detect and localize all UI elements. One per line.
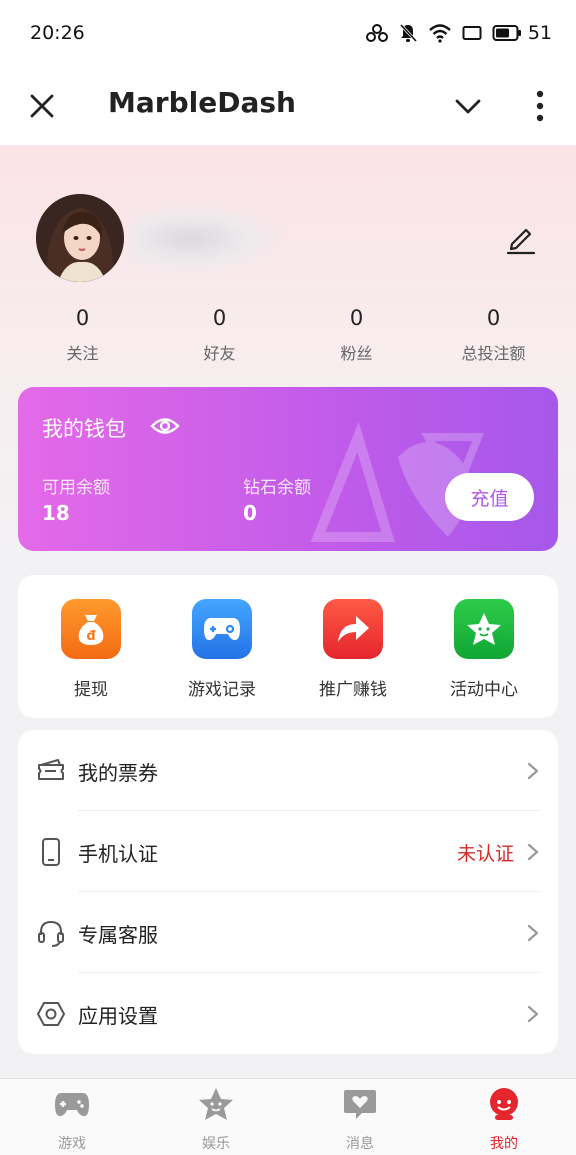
quick-action-label: 活动中心 <box>450 680 518 700</box>
avatar-image <box>36 194 124 282</box>
edit-icon[interactable] <box>504 222 538 256</box>
chevron-right-icon <box>527 843 539 861</box>
stat-label: 粉丝 <box>340 344 373 363</box>
more-menu-icon[interactable] <box>526 88 554 124</box>
quick-action-withdraw[interactable]: đ 提现 <box>36 599 146 700</box>
menu-item-label: 应用设置 <box>78 1004 158 1028</box>
stat-value: 0 <box>349 306 364 330</box>
quick-actions: đ 提现 游戏记录 推广赚钱 活动中心 <box>18 575 558 718</box>
stat-label: 好友 <box>203 344 236 363</box>
battery-icon <box>492 25 521 41</box>
diamond-balance-value: 0 <box>243 501 257 525</box>
battery-level: 51 <box>527 22 552 44</box>
star-icon <box>454 599 514 659</box>
menu-item-label: 专属客服 <box>78 923 158 947</box>
status-bar: 20:26 51 <box>0 0 576 66</box>
money-bag-icon: đ <box>61 599 121 659</box>
screen-icon <box>462 26 482 40</box>
wifi-icon <box>429 24 451 43</box>
tab-label: 消息 <box>346 1136 374 1152</box>
stat-value: 0 <box>486 306 501 330</box>
profile-stats: 0 关注 0 好友 0 粉丝 0 总投注额 <box>0 306 576 364</box>
menu-item-label: 我的票券 <box>78 761 158 785</box>
stat-follow[interactable]: 0 关注 <box>14 306 151 364</box>
chevron-right-icon <box>527 1005 539 1023</box>
svg-text:đ: đ <box>86 629 96 644</box>
menu-item-support[interactable]: 专属客服 <box>18 892 558 973</box>
headset-icon <box>38 920 64 947</box>
quick-action-events[interactable]: 活动中心 <box>429 599 539 700</box>
tab-games[interactable]: 游戏 <box>22 1087 122 1153</box>
star-tab-icon <box>199 1088 233 1120</box>
menu-item-phone-verify[interactable]: 手机认证 未认证 <box>18 811 558 892</box>
app-title: MarbleDash <box>108 86 296 119</box>
stat-value: 0 <box>212 306 227 330</box>
link-icon <box>365 24 388 42</box>
diamond-balance-label: 钻石余额 <box>243 478 311 498</box>
phone-icon <box>42 838 60 866</box>
stat-total-bet[interactable]: 0 总投注额 <box>425 306 562 364</box>
quick-action-promote[interactable]: 推广赚钱 <box>298 599 408 700</box>
stat-value: 0 <box>75 306 90 330</box>
stat-friends[interactable]: 0 好友 <box>151 306 288 364</box>
ticket-icon <box>38 759 64 780</box>
stat-fans[interactable]: 0 粉丝 <box>288 306 425 364</box>
quick-action-label: 提现 <box>74 680 108 700</box>
quick-action-game-records[interactable]: 游戏记录 <box>167 599 277 700</box>
bottom-tab-bar: 游戏 娱乐 消息 我的 <box>0 1078 576 1155</box>
wallet-title: 我的钱包 <box>42 417 126 441</box>
chevron-right-icon <box>527 924 539 942</box>
stat-label: 总投注额 <box>461 344 526 363</box>
blurred-username <box>130 204 280 274</box>
available-balance-label: 可用余额 <box>42 478 110 498</box>
available-balance-value: 18 <box>42 501 70 525</box>
close-icon[interactable] <box>26 90 58 122</box>
share-arrow-icon <box>323 599 383 659</box>
avatar[interactable] <box>36 194 124 282</box>
verification-status: 未认证 <box>456 843 514 865</box>
tab-entertainment[interactable]: 娱乐 <box>166 1087 266 1153</box>
mute-bell-icon <box>399 23 417 43</box>
status-icons: 51 <box>365 22 552 44</box>
tab-label: 我的 <box>490 1136 518 1152</box>
menu-item-label: 手机认证 <box>78 842 158 866</box>
quick-action-label: 推广赚钱 <box>319 680 387 700</box>
tab-me[interactable]: 我的 <box>454 1087 554 1153</box>
title-bar: MarbleDash <box>0 66 576 146</box>
chevron-down-icon[interactable] <box>452 90 484 122</box>
profile-tab-icon <box>490 1088 518 1120</box>
settings-menu: 我的票券 手机认证 未认证 专属客服 应用设置 <box>18 730 558 1054</box>
recharge-button[interactable]: 充值 <box>445 473 534 521</box>
quick-action-label: 游戏记录 <box>188 680 256 700</box>
tab-label: 游戏 <box>58 1136 86 1152</box>
settings-icon <box>37 1002 65 1026</box>
wallet-card: 我的钱包 可用余额 18 钻石余额 0 充值 <box>18 387 558 551</box>
stat-label: 关注 <box>66 344 99 363</box>
chevron-right-icon <box>527 762 539 780</box>
message-tab-icon <box>344 1090 376 1119</box>
tab-label: 娱乐 <box>202 1136 230 1152</box>
eye-icon[interactable] <box>150 414 180 438</box>
status-time: 20:26 <box>30 22 85 44</box>
gamepad-tab-icon <box>55 1093 89 1117</box>
menu-item-tickets[interactable]: 我的票券 <box>18 730 558 811</box>
menu-item-app-settings[interactable]: 应用设置 <box>18 973 558 1054</box>
tab-messages[interactable]: 消息 <box>310 1087 410 1153</box>
gamepad-icon <box>192 599 252 659</box>
